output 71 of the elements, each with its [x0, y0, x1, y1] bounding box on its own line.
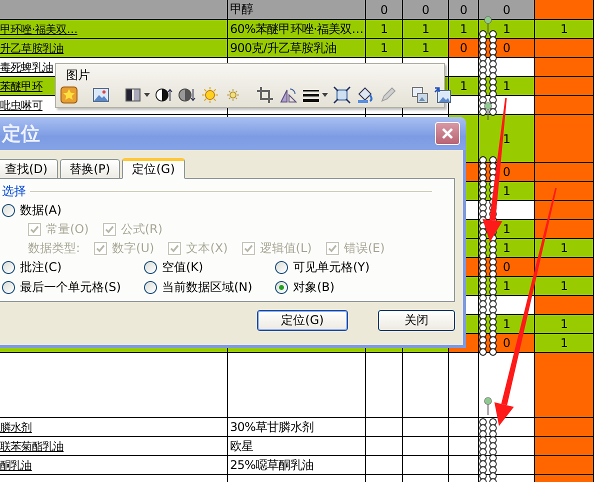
table-cell: 1 — [479, 115, 535, 163]
table-cell: 联苯菊酯乳油 — [0, 437, 228, 456]
column-header: 0 — [403, 0, 449, 20]
table-cell: 1 — [535, 239, 594, 258]
table-cell: 膦水剂 — [0, 418, 228, 437]
table-cell: 1 — [366, 39, 403, 58]
window-title: 定位 — [2, 122, 40, 146]
selection-handles[interactable] — [479, 16, 497, 116]
compress-icon[interactable] — [333, 86, 351, 104]
checkbox-label: 错误(E) — [344, 240, 385, 256]
checkbox-label: 常量(O) — [46, 220, 89, 238]
dialog-button[interactable]: 关闭 — [378, 310, 455, 331]
contrast-up-icon[interactable] — [155, 86, 173, 104]
table-cell: 1 — [535, 334, 594, 353]
group-label: 选择 — [2, 182, 26, 200]
radio-label: 空值(K) — [162, 259, 204, 276]
rotate-icon[interactable] — [279, 86, 297, 104]
checkbox-label: 公式(R) — [120, 220, 163, 238]
picture-icon[interactable] — [92, 86, 110, 104]
table-cell: 欧星 — [228, 437, 366, 456]
table-cell: 甲环唑·福美双… — [0, 20, 228, 39]
table-cell: 1 — [535, 315, 594, 334]
column-header: 0 — [449, 0, 479, 20]
format-picture-icon[interactable] — [411, 86, 429, 104]
crop-icon[interactable] — [256, 86, 274, 104]
radio-button[interactable] — [275, 261, 288, 274]
checkbox-label: 数字(U) — [112, 240, 154, 256]
paint-bucket-icon[interactable] — [356, 86, 374, 104]
radio-button[interactable] — [2, 281, 15, 294]
radio-label: 数据(A) — [20, 202, 62, 218]
dialog-button[interactable]: 定位(G) — [257, 310, 348, 331]
radio-label: 可见单元格(Y) — [293, 259, 370, 276]
tab[interactable]: 替换(P) — [60, 159, 120, 178]
tab[interactable]: 定位(G) — [122, 158, 185, 179]
sun-icon[interactable] — [201, 86, 219, 104]
column-header: 0 — [479, 0, 535, 20]
checkbox-label: 逻辑值(L) — [260, 240, 312, 256]
table-cell: 0 — [449, 39, 479, 58]
radio-button[interactable] — [2, 261, 15, 274]
column-header: 0 — [366, 0, 403, 20]
radio-label: 批注(C) — [20, 259, 62, 276]
field-label: 数据类型: — [28, 240, 80, 256]
radio-button[interactable] — [144, 281, 157, 294]
table-cell: 1 — [366, 20, 403, 39]
table-cell: 25%噁草酮乳油 — [228, 456, 366, 475]
table-cell: 1 — [535, 20, 594, 39]
selection-handles[interactable] — [479, 397, 497, 482]
tab[interactable]: 查找(D) — [0, 159, 58, 178]
checkbox-label: 文本(X) — [186, 240, 228, 256]
radio-label: 当前数据区域(N) — [162, 279, 252, 296]
contrast-down-icon[interactable] — [178, 86, 196, 104]
radio-button[interactable] — [144, 261, 157, 274]
table-cell: 1 — [449, 77, 479, 96]
radio-button[interactable] — [275, 281, 288, 294]
close-icon — [441, 127, 454, 140]
table-cell: 900克/升乙草胺乳油 — [228, 39, 366, 58]
table-cell: 1 — [403, 39, 449, 58]
table-cell: 升乙草胺乳油 — [0, 39, 228, 58]
table-cell: 1 — [449, 20, 479, 39]
table-cell: 30%草甘膦水剂 — [228, 418, 366, 437]
radio-button[interactable] — [2, 204, 15, 216]
column-header: 甲醇 — [228, 0, 366, 20]
table-cell: 酮乳油 — [0, 456, 228, 475]
table-cell: 1 — [403, 20, 449, 39]
table-cell: 1 — [535, 277, 594, 296]
table-cell: 60%苯醚甲环唑·福美双… — [228, 20, 366, 39]
reset-picture-icon[interactable] — [434, 86, 452, 104]
close-button[interactable] — [435, 122, 460, 145]
radio-label: 对象(B) — [293, 279, 335, 296]
radio-label: 最后一个单元格(S) — [20, 279, 121, 296]
color-bars-icon[interactable] — [124, 86, 142, 104]
